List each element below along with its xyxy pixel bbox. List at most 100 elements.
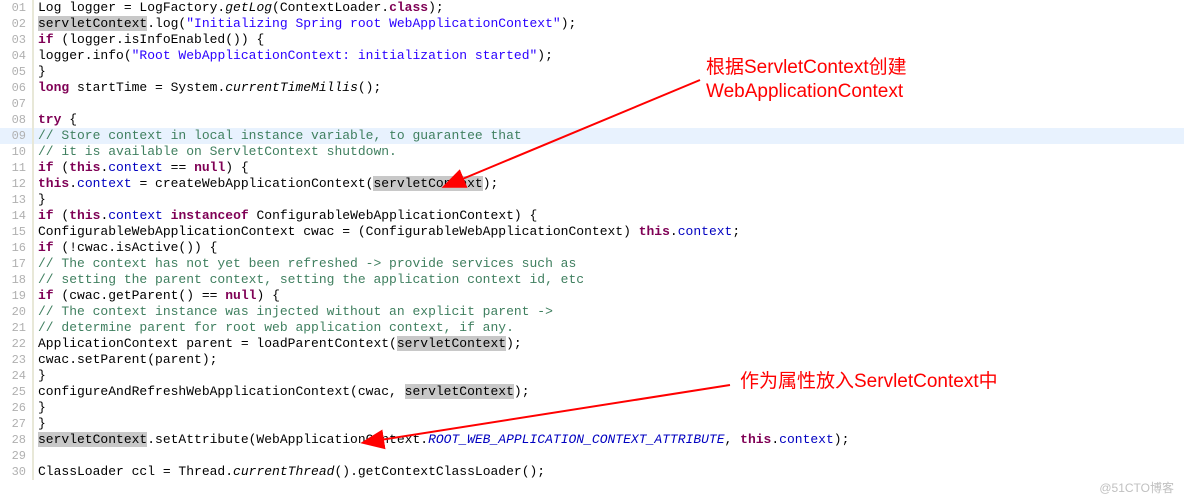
gutter-border [32, 128, 34, 144]
gutter-border [32, 448, 34, 464]
code-content[interactable]: // setting the parent context, setting t… [38, 272, 1184, 288]
token: ); [506, 336, 522, 351]
code-content[interactable]: long startTime = System.currentTimeMilli… [38, 80, 1184, 96]
token: . [670, 224, 678, 239]
code-content[interactable]: try { [38, 112, 1184, 128]
gutter-border [32, 208, 34, 224]
code-content[interactable]: // determine parent for root web applica… [38, 320, 1184, 336]
gutter-border [32, 48, 34, 64]
code-content[interactable]: if (!cwac.isActive()) { [38, 240, 1184, 256]
code-content[interactable]: servletContext.setAttribute(WebApplicati… [38, 432, 1184, 448]
code-line[interactable]: 11 if (this.context == null) { [0, 160, 1184, 176]
token: (logger.isInfoEnabled()) { [54, 32, 265, 47]
line-number: 13 [0, 192, 32, 208]
code-line[interactable]: 02 servletContext.log("Initializing Spri… [0, 16, 1184, 32]
code-content[interactable]: } [38, 368, 1184, 384]
code-line[interactable]: 14 if (this.context instanceof Configura… [0, 208, 1184, 224]
code-content[interactable]: if (logger.isInfoEnabled()) { [38, 32, 1184, 48]
code-content[interactable]: ApplicationContext parent = loadParentCo… [38, 336, 1184, 352]
code-content[interactable]: } [38, 416, 1184, 432]
code-content[interactable]: // it is available on ServletContext shu… [38, 144, 1184, 160]
code-content[interactable]: Log logger = LogFactory.getLog(ContextLo… [38, 0, 1184, 16]
code-line[interactable]: 10 // it is available on ServletContext … [0, 144, 1184, 160]
token: if [38, 240, 54, 255]
token: (ContextLoader. [272, 0, 389, 15]
code-content[interactable]: ClassLoader ccl = Thread.currentThread()… [38, 464, 1184, 480]
code-line[interactable]: 26 } [0, 400, 1184, 416]
code-line[interactable]: 16 if (!cwac.isActive()) { [0, 240, 1184, 256]
gutter-border [32, 272, 34, 288]
code-content[interactable]: } [38, 192, 1184, 208]
gutter-border [32, 352, 34, 368]
code-editor[interactable]: 01 Log logger = LogFactory.getLog(Contex… [0, 0, 1184, 480]
code-content[interactable]: servletContext.log("Initializing Spring … [38, 16, 1184, 32]
code-line[interactable]: 25 configureAndRefreshWebApplicationCont… [0, 384, 1184, 400]
code-content[interactable]: ConfigurableWebApplicationContext cwac =… [38, 224, 1184, 240]
gutter-border [32, 256, 34, 272]
code-content[interactable]: // Store context in local instance varia… [38, 128, 1184, 144]
annotation-create-context: 根据ServletContext创建 WebApplicationContext [706, 56, 907, 104]
token: configureAndRefreshWebApplicationContext… [38, 384, 405, 399]
code-line[interactable]: 17 // The context has not yet been refre… [0, 256, 1184, 272]
code-content[interactable]: configureAndRefreshWebApplicationContext… [38, 384, 1184, 400]
line-number: 15 [0, 224, 32, 240]
token: } [38, 400, 46, 415]
code-line[interactable]: 08 try { [0, 112, 1184, 128]
token: null [225, 288, 256, 303]
token: ); [834, 432, 850, 447]
code-content[interactable]: // The context has not yet been refreshe… [38, 256, 1184, 272]
annotation-text: 作为属性放入ServletContext中 [740, 371, 998, 392]
code-line[interactable]: 29 [0, 448, 1184, 464]
code-content[interactable]: } [38, 64, 1184, 80]
code-content[interactable]: cwac.setParent(parent); [38, 352, 1184, 368]
code-line[interactable]: 09 // Store context in local instance va… [0, 128, 1184, 144]
code-line[interactable]: 12 this.context = createWebApplicationCo… [0, 176, 1184, 192]
gutter-border [32, 464, 34, 480]
code-line[interactable]: 21 // determine parent for root web appl… [0, 320, 1184, 336]
code-line[interactable]: 03 if (logger.isInfoEnabled()) { [0, 32, 1184, 48]
code-line[interactable]: 06 long startTime = System.currentTimeMi… [0, 80, 1184, 96]
code-content[interactable] [38, 448, 1184, 464]
code-line[interactable]: 24 } [0, 368, 1184, 384]
code-line[interactable]: 18 // setting the parent context, settin… [0, 272, 1184, 288]
code-line[interactable]: 01 Log logger = LogFactory.getLog(Contex… [0, 0, 1184, 16]
token: context [678, 224, 733, 239]
code-line[interactable]: 13 } [0, 192, 1184, 208]
code-content[interactable]: if (cwac.getParent() == null) { [38, 288, 1184, 304]
code-line[interactable]: 27 } [0, 416, 1184, 432]
token: cwac.setParent(parent); [38, 352, 217, 367]
line-number: 04 [0, 48, 32, 64]
token: this [69, 160, 100, 175]
code-line[interactable]: 30 ClassLoader ccl = Thread.currentThrea… [0, 464, 1184, 480]
annotation-text: 根据ServletContext创建 [706, 56, 907, 80]
annotation-text: WebApplicationContext [706, 80, 907, 104]
code-line[interactable]: 23 cwac.setParent(parent); [0, 352, 1184, 368]
token: ); [561, 16, 577, 31]
code-content[interactable]: this.context = createWebApplicationConte… [38, 176, 1184, 192]
code-line[interactable]: 19 if (cwac.getParent() == null) { [0, 288, 1184, 304]
token: ApplicationContext parent = loadParentCo… [38, 336, 397, 351]
code-line[interactable]: 04 logger.info("Root WebApplicationConte… [0, 48, 1184, 64]
line-number: 26 [0, 400, 32, 416]
gutter-border [32, 160, 34, 176]
gutter-border [32, 192, 34, 208]
line-number: 23 [0, 352, 32, 368]
gutter-border [32, 16, 34, 32]
code-content[interactable] [38, 96, 1184, 112]
code-line[interactable]: 15 ConfigurableWebApplicationContext cwa… [0, 224, 1184, 240]
code-line[interactable]: 20 // The context instance was injected … [0, 304, 1184, 320]
code-content[interactable]: if (this.context == null) { [38, 160, 1184, 176]
code-line[interactable]: 22 ApplicationContext parent = loadParen… [0, 336, 1184, 352]
code-line[interactable]: 28 servletContext.setAttribute(WebApplic… [0, 432, 1184, 448]
code-content[interactable]: logger.info("Root WebApplicationContext:… [38, 48, 1184, 64]
code-content[interactable]: if (this.context instanceof Configurable… [38, 208, 1184, 224]
token: // The context instance was injected wit… [38, 304, 553, 319]
code-content[interactable]: } [38, 400, 1184, 416]
code-line[interactable]: 05 } [0, 64, 1184, 80]
watermark: @51CTO博客 [1099, 479, 1174, 496]
gutter-border [32, 80, 34, 96]
code-content[interactable]: // The context instance was injected wit… [38, 304, 1184, 320]
code-line[interactable]: 07 [0, 96, 1184, 112]
token: ); [514, 384, 530, 399]
token: { [61, 112, 77, 127]
